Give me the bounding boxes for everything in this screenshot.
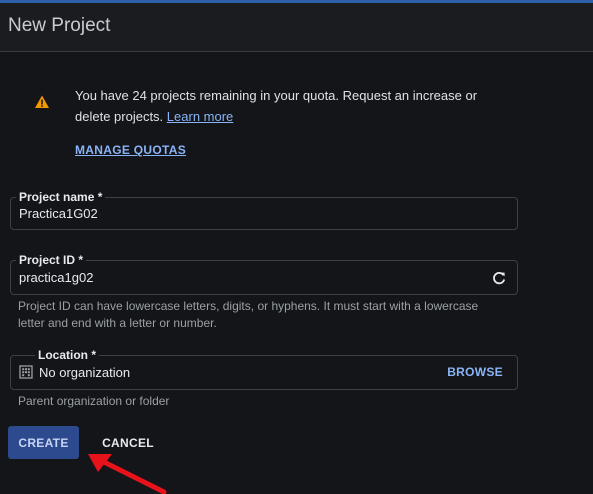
location-hint: Parent organization or folder	[18, 394, 170, 408]
warning-icon	[35, 95, 49, 108]
refresh-icon[interactable]	[491, 270, 507, 286]
project-id-label: Project ID *	[16, 253, 87, 267]
location-field[interactable]: Location * No organization BROWSE	[10, 348, 518, 390]
quota-message-text: You have 24 projects remaining in your q…	[75, 88, 478, 124]
project-name-field[interactable]: Project name * Practica1G02	[10, 190, 518, 230]
top-accent-bar	[0, 0, 593, 3]
project-name-label: Project name *	[16, 190, 106, 204]
location-label: Location *	[35, 348, 100, 362]
building-icon	[19, 365, 33, 379]
page-title: New Project	[8, 15, 111, 36]
quota-message: You have 24 projects remaining in your q…	[75, 85, 495, 127]
browse-button[interactable]: BROWSE	[447, 365, 503, 379]
project-name-input[interactable]: Practica1G02	[19, 206, 98, 221]
project-id-input[interactable]: practica1g02	[19, 270, 93, 285]
project-id-hint: Project ID can have lowercase letters, d…	[18, 299, 479, 330]
create-button[interactable]: CREATE	[8, 426, 79, 459]
project-id-field[interactable]: Project ID * practica1g02	[10, 253, 518, 295]
learn-more-link[interactable]: Learn more	[167, 109, 233, 124]
location-value: No organization	[39, 365, 131, 380]
annotation-arrow	[88, 454, 167, 494]
manage-quotas-link[interactable]: MANAGE QUOTAS	[75, 143, 186, 157]
new-project-dialog: New Project You have 24 projects remaini…	[0, 0, 593, 494]
